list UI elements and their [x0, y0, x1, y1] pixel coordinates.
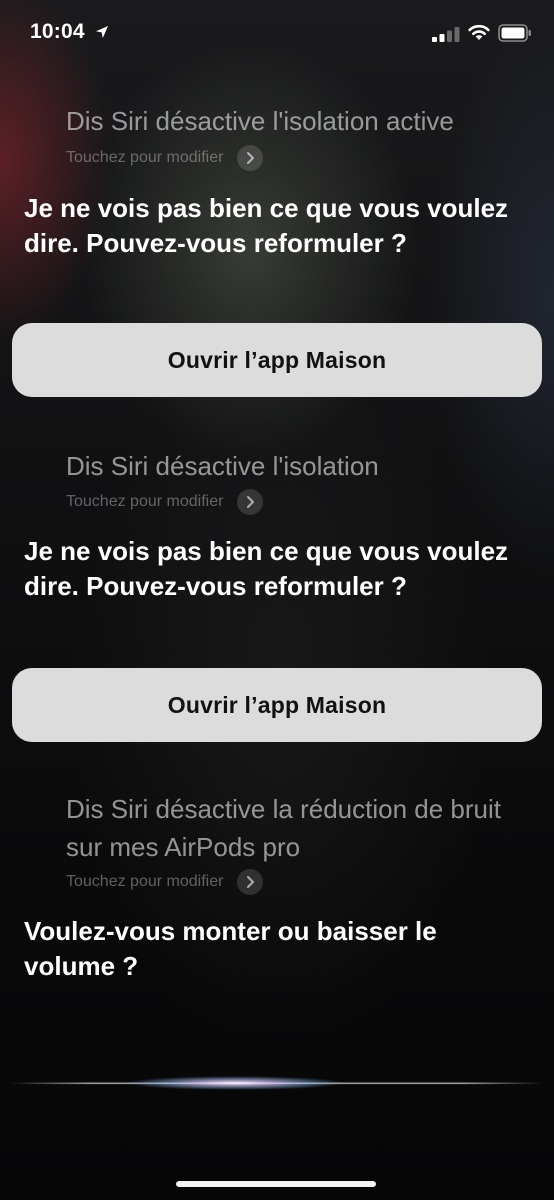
tap-to-edit-row[interactable]: Touchez pour modifier — [66, 489, 264, 515]
location-arrow-icon — [96, 26, 108, 38]
status-time: 10:04 — [30, 20, 85, 43]
siri-response-text: Je ne vois pas bien ce que vous voulez d… — [24, 536, 509, 601]
siri-query-text[interactable]: Dis Siri désactive la réduction de bruit… — [66, 790, 506, 866]
status-bar: 10:04 — [0, 0, 554, 62]
home-indicator[interactable] — [176, 1181, 376, 1187]
siri-response-text: Je ne vois pas bien ce que vous voulez d… — [24, 193, 509, 258]
chevron-right-icon[interactable] — [237, 489, 264, 515]
siri-waveform[interactable] — [0, 1066, 554, 1102]
open-home-app-button[interactable]: Ouvrir l’app Maison — [12, 323, 542, 397]
siri-response-text: Voulez-vous monter ou baisser le volume … — [24, 916, 437, 981]
chevron-right-icon[interactable] — [237, 145, 264, 171]
siri-query-text[interactable]: Dis Siri désactive l'isolation — [66, 447, 506, 485]
siri-query-text[interactable]: Dis Siri désactive l'isolation active — [66, 102, 506, 140]
cellular-signal-icon — [432, 27, 460, 42]
tap-to-edit-row[interactable]: Touchez pour modifier — [66, 869, 264, 895]
battery-icon — [498, 24, 531, 42]
tap-to-edit-label[interactable]: Touchez pour modifier — [66, 493, 223, 511]
tap-to-edit-label[interactable]: Touchez pour modifier — [66, 149, 223, 167]
tap-to-edit-label[interactable]: Touchez pour modifier — [66, 873, 223, 891]
wifi-icon — [468, 24, 490, 40]
tap-to-edit-row[interactable]: Touchez pour modifier — [66, 145, 264, 171]
open-home-app-button[interactable]: Ouvrir l’app Maison — [12, 668, 542, 742]
chevron-right-icon[interactable] — [237, 869, 264, 895]
